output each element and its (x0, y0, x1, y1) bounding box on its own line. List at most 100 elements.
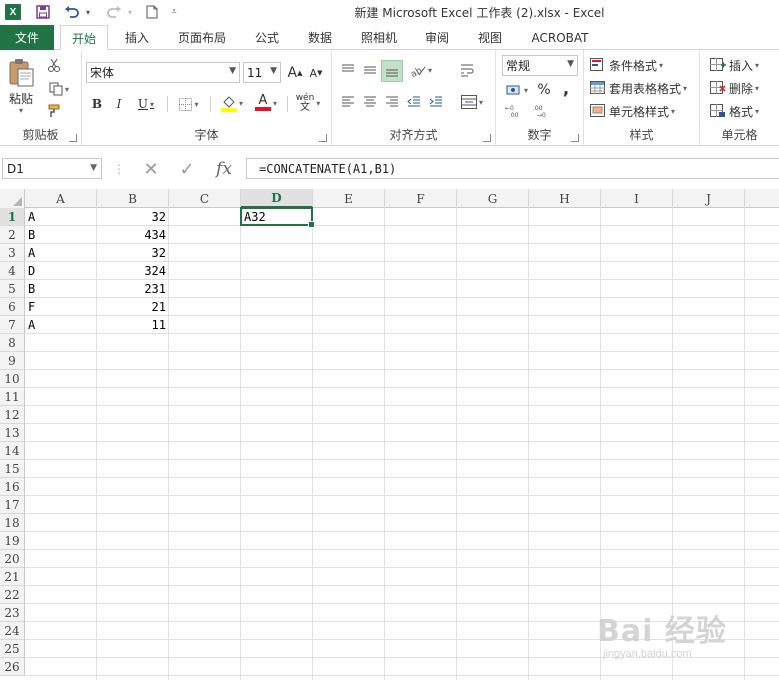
cell-b4[interactable]: 324 (97, 262, 169, 280)
row-header-26[interactable]: 26 (0, 658, 25, 676)
paste-button[interactable]: 粘贴 ▾ (4, 56, 38, 116)
tab-review[interactable]: 审阅 (414, 25, 460, 50)
row-header-23[interactable]: 23 (0, 604, 25, 622)
row-header-25[interactable]: 25 (0, 640, 25, 658)
accounting-format-icon[interactable] (502, 80, 532, 100)
new-document-icon[interactable] (143, 3, 161, 21)
redo-dropdown-icon[interactable]: ▾ (125, 3, 135, 21)
column-header-f[interactable]: F (385, 189, 457, 208)
row-header-19[interactable]: 19 (0, 532, 25, 550)
decrease-indent-icon[interactable] (404, 92, 424, 112)
cancel-icon[interactable]: ✕ (136, 159, 166, 180)
align-top-icon[interactable] (338, 60, 358, 80)
cell-b3[interactable]: 32 (97, 244, 169, 262)
column-header-i[interactable]: I (601, 189, 673, 208)
decrease-font-size-button[interactable]: A ▼ (307, 63, 325, 83)
clipboard-launcher-icon[interactable] (69, 134, 77, 142)
tab-file[interactable]: 文件 (0, 25, 54, 50)
customize-qat-icon[interactable]: ⩡ (167, 3, 181, 21)
row-header-2[interactable]: 2 (0, 226, 25, 244)
format-painter-icon[interactable] (44, 102, 64, 120)
row-header-24[interactable]: 24 (0, 622, 25, 640)
cell-b2[interactable]: 434 (97, 226, 169, 244)
font-name-select[interactable]: 宋体 ▼ (86, 62, 240, 83)
row-header-15[interactable]: 15 (0, 460, 25, 478)
tab-formulas[interactable]: 公式 (244, 25, 290, 50)
formula-input[interactable]: =CONCATENATE(A1,B1) (246, 158, 779, 179)
bold-button[interactable]: B (88, 94, 106, 114)
tab-page-layout[interactable]: 页面布局 (170, 25, 234, 50)
cell-a5[interactable]: B (25, 280, 97, 298)
undo-icon[interactable] (61, 3, 83, 21)
font-size-select[interactable]: 11 ▼ (243, 62, 281, 83)
row-header-5[interactable]: 5 (0, 280, 25, 298)
increase-decimal-icon[interactable]: ←0.00 (502, 102, 528, 120)
cell-a7[interactable]: A (25, 316, 97, 334)
cell-a2[interactable]: B (25, 226, 97, 244)
row-header-17[interactable]: 17 (0, 496, 25, 514)
font-launcher-icon[interactable] (319, 134, 327, 142)
select-all-button[interactable] (0, 189, 25, 208)
tab-data[interactable]: 数据 (297, 25, 343, 50)
number-format-select[interactable]: 常规 ▼ (502, 55, 578, 76)
column-header-g[interactable]: G (457, 189, 529, 208)
cell-b7[interactable]: 11 (97, 316, 169, 334)
cell-a1[interactable]: A (25, 208, 97, 226)
cell-d1[interactable]: A32 (241, 208, 313, 226)
name-box[interactable]: D1 ▼ (2, 158, 102, 179)
row-header-4[interactable]: 4 (0, 262, 25, 280)
row-header-8[interactable]: 8 (0, 334, 25, 352)
enter-icon[interactable]: ✓ (172, 159, 202, 180)
wrap-text-icon[interactable] (456, 60, 478, 80)
underline-button[interactable]: U (132, 94, 160, 114)
row-header-6[interactable]: 6 (0, 298, 25, 316)
align-bottom-icon[interactable] (381, 60, 403, 82)
cell-styles-button[interactable]: 单元格样式 (590, 102, 675, 120)
row-header-14[interactable]: 14 (0, 442, 25, 460)
insert-cells-button[interactable]: 插入 (710, 56, 759, 74)
row-header-10[interactable]: 10 (0, 370, 25, 388)
tab-view[interactable]: 视图 (467, 25, 513, 50)
column-header-b[interactable]: B (97, 189, 169, 208)
cell-a4[interactable]: D (25, 262, 97, 280)
font-color-icon[interactable]: A (250, 92, 282, 114)
align-left-icon[interactable] (338, 92, 358, 112)
row-header-12[interactable]: 12 (0, 406, 25, 424)
row-header-16[interactable]: 16 (0, 478, 25, 496)
conditional-formatting-button[interactable]: 条件格式 (590, 56, 663, 74)
save-icon[interactable] (33, 3, 53, 21)
orientation-icon[interactable]: ab (406, 60, 436, 80)
merge-center-icon[interactable] (456, 92, 488, 112)
column-header-h[interactable]: H (529, 189, 601, 208)
format-as-table-button[interactable]: 套用表格格式 (590, 79, 687, 97)
row-header-22[interactable]: 22 (0, 586, 25, 604)
tab-insert[interactable]: 插入 (114, 25, 160, 50)
column-header-e[interactable]: E (313, 189, 385, 208)
insert-function-button[interactable]: fx (208, 159, 240, 179)
row-header-11[interactable]: 11 (0, 388, 25, 406)
excel-app-icon[interactable]: X (5, 4, 21, 20)
number-launcher-icon[interactable] (571, 134, 579, 142)
column-header-c[interactable]: C (169, 189, 241, 208)
column-header-d[interactable]: D (241, 189, 313, 208)
comma-button[interactable]: , (558, 78, 574, 98)
format-cells-button[interactable]: 格式 (710, 102, 759, 120)
italic-button[interactable]: I (110, 94, 128, 114)
redo-icon[interactable] (103, 3, 125, 21)
row-header-1[interactable]: 1 (0, 208, 25, 226)
row-header-7[interactable]: 7 (0, 316, 25, 334)
row-header-18[interactable]: 18 (0, 514, 25, 532)
delete-cells-button[interactable]: 删除 (710, 79, 759, 97)
cell-b6[interactable]: 21 (97, 298, 169, 316)
increase-font-size-button[interactable]: A ▲ (286, 63, 304, 83)
column-header-a[interactable]: A (25, 189, 97, 208)
decrease-decimal-icon[interactable]: .00 →0 (530, 102, 556, 120)
tab-home[interactable]: 开始 (60, 25, 108, 51)
cell-b1[interactable]: 32 (97, 208, 169, 226)
cut-icon[interactable] (44, 56, 64, 74)
fill-color-icon[interactable] (216, 92, 248, 114)
row-header-20[interactable]: 20 (0, 550, 25, 568)
column-header-partial[interactable] (745, 189, 779, 208)
percent-button[interactable]: % (536, 80, 552, 100)
row-header-9[interactable]: 9 (0, 352, 25, 370)
